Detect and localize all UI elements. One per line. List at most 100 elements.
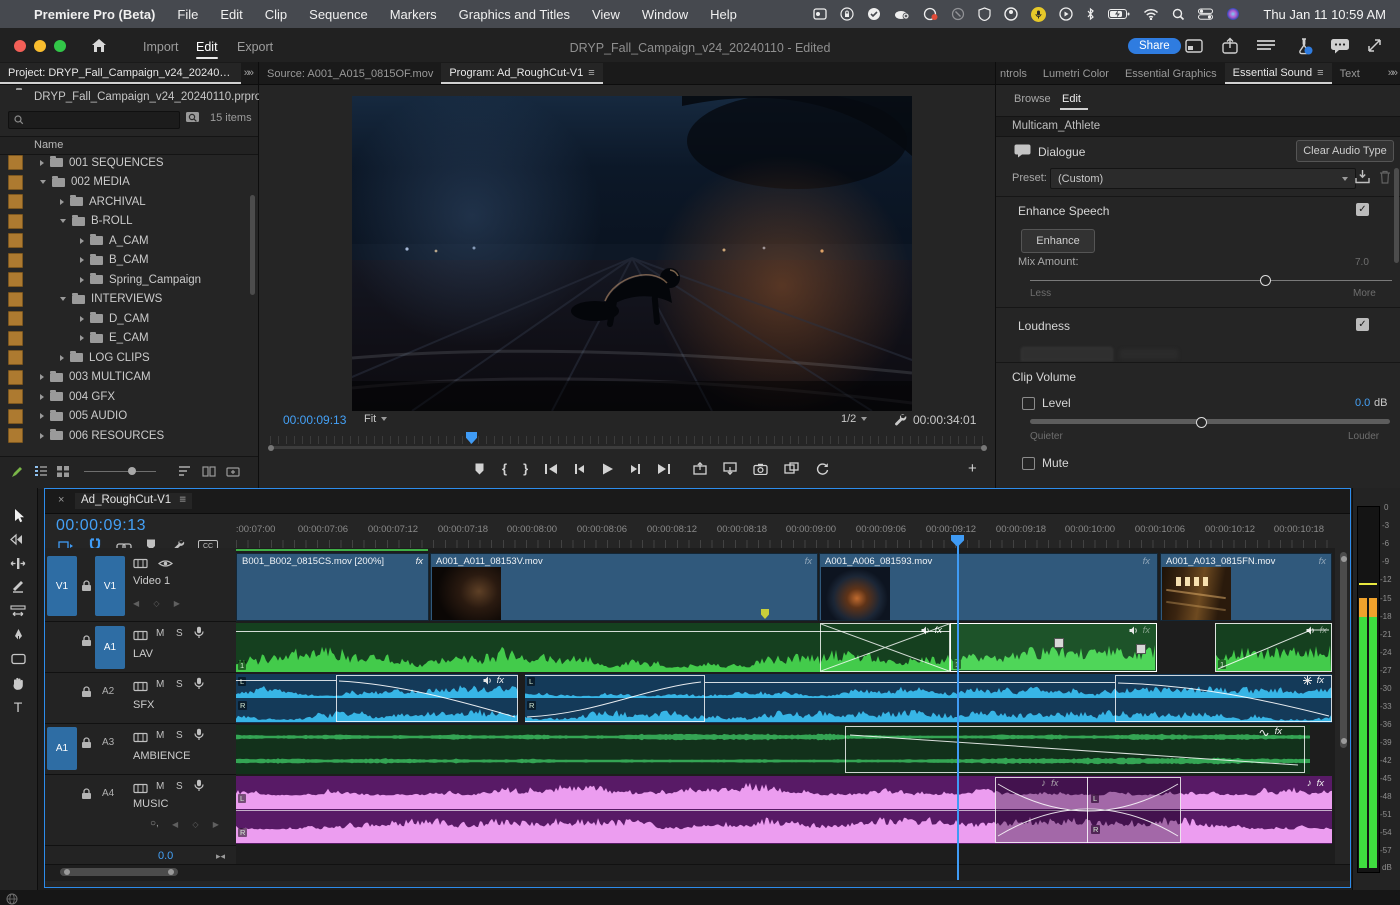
level-slider-handle[interactable] <box>1196 417 1207 428</box>
source-patch-v1[interactable]: V1 <box>47 556 77 616</box>
bin-row[interactable]: ARCHIVAL <box>0 192 258 212</box>
clear-audio-type-button[interactable]: Clear Audio Type <box>1296 140 1394 162</box>
add-marker-button[interactable] <box>473 462 486 476</box>
bin-label[interactable]: Spring_Campaign <box>109 274 201 286</box>
project-filename[interactable]: DRYP_Fall_Campaign_v24_20240110.prproj <box>34 91 264 103</box>
timeline-playhead-line[interactable] <box>957 543 959 880</box>
menu-markers[interactable]: Markers <box>390 7 437 22</box>
menu-help[interactable]: Help <box>710 7 737 22</box>
tab-sequence[interactable]: Ad_RoughCut-V1 ≡ <box>75 493 193 509</box>
share-button[interactable]: Share <box>1128 38 1181 54</box>
twirl-icon[interactable] <box>40 393 44 400</box>
sync-lock-icon[interactable] <box>133 679 148 697</box>
sort-icon[interactable] <box>178 465 192 483</box>
track-target-a4[interactable]: A4 <box>102 788 114 799</box>
track-name-a2[interactable]: SFX <box>133 699 154 711</box>
bin-row[interactable]: B-ROLL <box>0 212 258 232</box>
bin-label[interactable]: 004 GFX <box>69 391 115 403</box>
mark-in-button[interactable]: { <box>502 461 507 476</box>
twirl-icon[interactable] <box>40 374 44 381</box>
fx-badge[interactable]: fx <box>805 556 812 567</box>
fx-badge[interactable]: fx <box>416 556 423 567</box>
icon-view-icon[interactable] <box>56 465 70 483</box>
bin-label[interactable]: ARCHIVAL <box>89 196 146 208</box>
fade-out-selection[interactable] <box>336 675 518 722</box>
solo-track-button[interactable]: S <box>176 730 183 741</box>
clip-badges[interactable]: fx <box>1129 625 1150 636</box>
mute-checkbox[interactable] <box>1022 457 1035 470</box>
play-status-icon[interactable] <box>1059 7 1073 21</box>
mode-tab-import[interactable]: Import <box>143 40 178 54</box>
bin-label[interactable]: B_CAM <box>109 254 149 266</box>
bin-label[interactable]: 001 SEQUENCES <box>69 157 164 169</box>
tab-lumetri-color[interactable]: Lumetri Color <box>1035 64 1117 84</box>
bin-row[interactable]: A_CAM <box>0 231 258 251</box>
mark-out-button[interactable]: } <box>523 461 528 476</box>
button-editor-plus[interactable]: + <box>968 460 977 477</box>
beta-feedback-flask-icon[interactable] <box>1294 36 1314 61</box>
automate-sequence-icon[interactable] <box>202 465 216 483</box>
fade-out-selection[interactable] <box>845 726 1305 773</box>
panel-menu-icon[interactable]: ≡ <box>179 494 186 506</box>
sync-lock-icon[interactable] <box>133 556 148 574</box>
menu-graphics-titles[interactable]: Graphics and Titles <box>459 7 570 22</box>
tab-program-monitor[interactable]: Program: Ad_RoughCut-V1 ≡ <box>441 63 603 84</box>
es-subtab-browse[interactable]: Browse <box>1014 93 1051 105</box>
fullscreen-icon[interactable] <box>1366 37 1383 59</box>
list-view-icon[interactable] <box>34 465 48 483</box>
level-slider[interactable] <box>1030 419 1390 424</box>
bin-label[interactable]: 002 MEDIA <box>71 176 130 188</box>
comparison-view-button[interactable] <box>784 462 799 475</box>
mode-tab-export[interactable]: Export <box>237 40 273 54</box>
pen-tool[interactable] <box>8 625 28 645</box>
zoom-slider-handle[interactable] <box>128 467 136 475</box>
checkmark-status-icon[interactable] <box>867 7 881 21</box>
keyframe-nav[interactable]: ◀ ◇ ▶ <box>172 820 225 829</box>
twirl-icon[interactable] <box>40 413 44 420</box>
menu-edit[interactable]: Edit <box>220 7 242 22</box>
extract-button[interactable] <box>723 462 737 475</box>
fade-out-selection[interactable] <box>1115 675 1332 722</box>
track-name-v1[interactable]: Video 1 <box>133 575 170 587</box>
clip-badges[interactable]: ♪ fx <box>1307 778 1324 789</box>
video-clip[interactable]: A001_A011_08153V.mov fx <box>430 553 818 621</box>
audio-clip-lav[interactable]: 1 fx <box>1215 623 1332 672</box>
enhance-speech-checkbox[interactable]: ✓ <box>1356 203 1369 216</box>
toggle-track-output-eye-icon[interactable] <box>158 556 173 574</box>
ripple-edit-tool[interactable] <box>8 553 28 573</box>
wifi-icon[interactable] <box>1143 8 1159 20</box>
video-clip[interactable]: A001_A013_0815FN.mov fx <box>1160 553 1332 621</box>
zoom-window-button[interactable] <box>54 40 66 52</box>
bin-label[interactable]: A_CAM <box>109 235 149 247</box>
fx-badge[interactable]: fx <box>1143 556 1150 567</box>
audio-clip-lav-selected[interactable]: 1 fx <box>950 623 1157 672</box>
crossfade-transition[interactable] <box>820 623 950 672</box>
twirl-icon[interactable] <box>60 354 64 361</box>
twirl-icon[interactable] <box>60 219 66 224</box>
battery-icon[interactable] <box>1108 8 1130 20</box>
edit-point[interactable] <box>1087 777 1088 843</box>
mix-amount-slider-handle[interactable] <box>1260 275 1271 286</box>
sync-lock-icon[interactable] <box>133 781 148 799</box>
screen-capture-icon[interactable] <box>813 7 827 21</box>
playback-resolution-dropdown[interactable]: 1/2 <box>841 413 868 425</box>
lock-track-icon[interactable] <box>81 634 92 652</box>
es-scrollbar[interactable] <box>1394 168 1399 263</box>
privacy-lock-icon[interactable] <box>840 7 854 21</box>
bin-label[interactable]: B-ROLL <box>91 215 133 227</box>
sync-lock-icon[interactable] <box>133 628 148 646</box>
close-window-button[interactable] <box>14 40 26 52</box>
solo-track-button[interactable]: S <box>176 628 183 639</box>
play-button[interactable] <box>601 462 614 476</box>
razor-tool[interactable] <box>8 577 28 597</box>
more-panels-chevron[interactable]: »» <box>1388 67 1398 79</box>
track-target-a2[interactable]: A2 <box>102 686 114 697</box>
zoom-level-dropdown[interactable]: Fit <box>364 413 388 425</box>
music-crossfade-selection[interactable] <box>995 777 1181 843</box>
es-subtab-edit[interactable]: Edit <box>1062 93 1081 105</box>
track-select-forward-tool[interactable] <box>8 529 28 549</box>
go-to-out-button[interactable] <box>657 463 671 475</box>
project-scrollbar[interactable] <box>250 195 255 295</box>
save-preset-icon[interactable] <box>1354 169 1371 190</box>
export-frame-button[interactable] <box>753 463 768 475</box>
